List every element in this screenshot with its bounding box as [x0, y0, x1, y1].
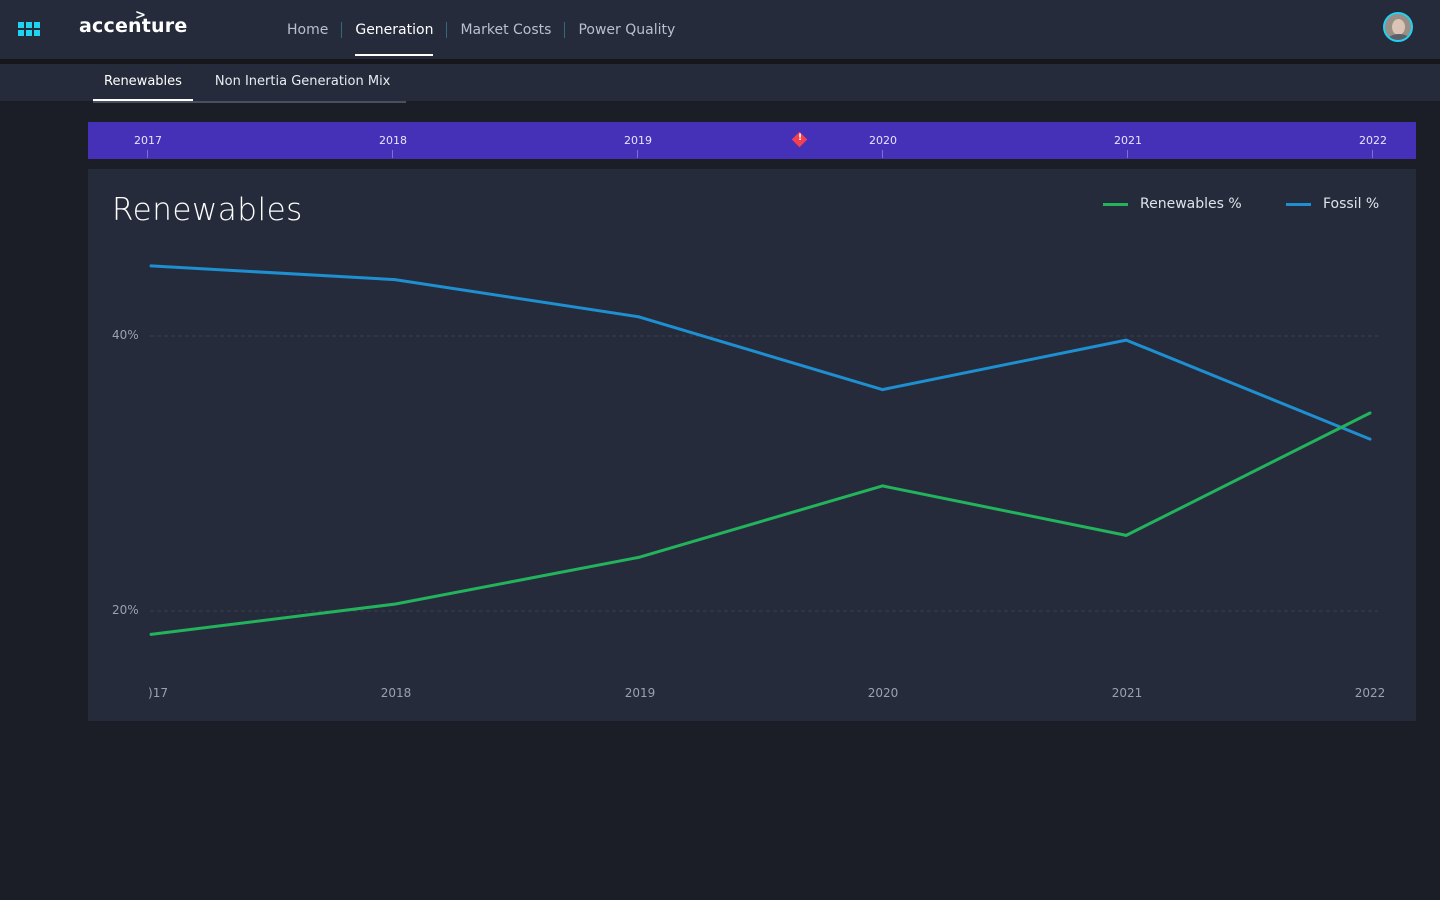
y-tick-label: 20% [112, 603, 139, 617]
data-point [637, 555, 641, 559]
x-tick-label: 2019 [624, 686, 656, 700]
y-tick-label: 40% [112, 328, 139, 342]
series-line-renewables [150, 411, 1371, 636]
data-point [637, 315, 641, 319]
data-point [393, 602, 397, 606]
data-point [1124, 338, 1128, 342]
x-tick-label: 2021 [1111, 686, 1143, 700]
data-point [149, 264, 153, 268]
data-point [1368, 437, 1372, 441]
x-tick-label: 2022 [1354, 686, 1386, 700]
line-chart [149, 264, 1378, 636]
x-tick-label: 2020 [867, 686, 899, 700]
x-tick-label: 2018 [380, 686, 412, 700]
data-point [393, 278, 397, 282]
data-point [1124, 533, 1128, 537]
data-point [1368, 411, 1372, 415]
series-line-fossil [150, 264, 1371, 441]
data-point [149, 632, 153, 636]
data-point [880, 484, 884, 488]
x-tick-label: )17 [148, 686, 168, 700]
data-point [880, 388, 884, 392]
